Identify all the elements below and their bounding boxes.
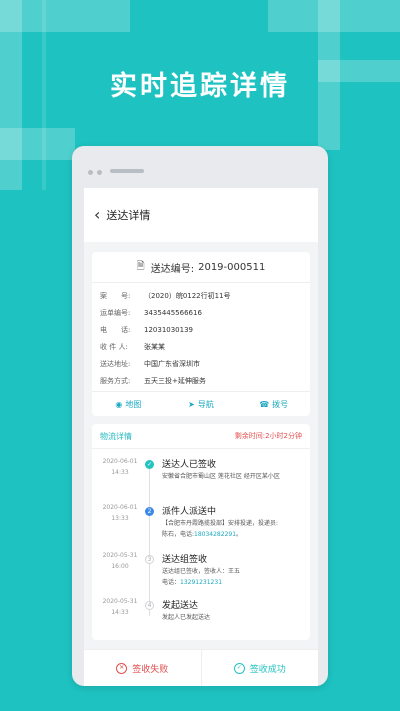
step-desc: 【合肥市丹霞路揽投部】安排投递，投递员: 陈石，电话:18034282291。 [162, 520, 279, 538]
sign-success-button[interactable]: ✓ 签收成功 [202, 650, 319, 686]
phone-notch [88, 160, 144, 179]
delivery-number: 2019-000511 [198, 261, 266, 273]
sign-fail-button[interactable]: ✕ 签收失败 [84, 650, 202, 686]
field-value: 3435445566616 [144, 308, 202, 317]
navigation-button[interactable]: ➤ 导航 [165, 392, 238, 416]
step-date: 2020-06-01 13:33 [102, 504, 138, 522]
step-date: 2020-05-31 14:33 [102, 598, 138, 616]
phone-icon: ☎ [259, 399, 270, 409]
decor-block [0, 128, 75, 160]
delivery-field-row: 电 话: 12031030139 [100, 321, 302, 338]
step-title: 派件人派送中 [162, 507, 217, 517]
check-icon: ✓ [145, 460, 154, 469]
pin-icon: ◉ [115, 399, 123, 409]
delivery-field-row: 案 号: （2020）皖0122行初11号 [100, 287, 302, 304]
back-icon[interactable]: ‹ [94, 207, 100, 223]
delivery-fields: 案 号: （2020）皖0122行初11号运单编号: 3435445566616 电 … [92, 283, 310, 391]
step-title: 送达组签收 [162, 555, 208, 565]
navigation-icon: ➤ [188, 399, 195, 409]
bottom-bar: ✕ 签收失败 ✓ 签收成功 [84, 649, 318, 686]
step-desc: 安徽省合肥市蜀山区 莲花社区 经开区某小区 [162, 473, 280, 480]
field-value: 12031030139 [144, 325, 193, 334]
check-circle-icon: ✓ [233, 662, 245, 674]
delivery-number-label: 送达编号: [150, 263, 195, 275]
remaining-time: 剩余时间:2小时2分钟 [234, 432, 302, 440]
step-desc: 送达组已签收，签收人：王五 电话：13291231231 [162, 568, 241, 586]
field-label: 收 件 人: [100, 342, 128, 351]
field-value: （2020）皖0122行初11号 [144, 291, 231, 300]
document-icon: 🗎 [136, 260, 145, 272]
delivery-card: 🗎 送达编号: 2019-000511 案 号: （2020）皖0122行初11号… [92, 252, 310, 416]
delivery-field-row: 送达地址: 中国广东省深圳市 [100, 355, 302, 372]
step-title: 发起送达 [162, 601, 199, 611]
step-node: 4 [145, 601, 154, 610]
delivery-field-row: 服务方式: 五天三投+延伸服务 [100, 372, 302, 389]
field-label: 电 话: [100, 325, 131, 334]
page-title: 送达详情 [106, 209, 151, 222]
step-node: 2 [145, 507, 154, 516]
headline: 实时追踪详情 [110, 71, 290, 102]
step-date: 2020-05-31 16:00 [102, 552, 138, 570]
field-value: 中国广东省深圳市 [144, 359, 200, 368]
logistics-card: 物流详情 剩余时间:2小时2分钟 2020-06-01 14:33 ✓ 送达人已签… [92, 424, 310, 640]
field-value: 张某某 [144, 342, 165, 351]
dial-button[interactable]: ☎ 拨号 [237, 392, 310, 416]
delivery-number-header: 🗎 送达编号: 2019-000511 [92, 252, 310, 283]
timeline-line [149, 466, 150, 616]
field-label: 案 号: [100, 291, 131, 300]
step-node: 3 [145, 555, 154, 564]
field-label: 运单编号: [100, 308, 131, 317]
nav-bar: ‹ 送达详情 [84, 188, 318, 242]
app-screen: ‹ 送达详情 🗎 送达编号: 2019-000511 案 号: （2020）皖01… [84, 188, 318, 686]
field-value: 五天三投+延伸服务 [144, 376, 206, 385]
step-title: 送达人已签收 [162, 460, 217, 470]
action-bar: ◉ 地图 ➤ 导航 ☎ 拨号 [92, 391, 310, 416]
delivery-field-row: 运单编号: 3435445566616 [100, 304, 302, 321]
receiver-phone-link[interactable]: 13291231231 [180, 579, 222, 586]
map-button[interactable]: ◉ 地图 [92, 392, 165, 416]
logistics-title: 物流详情 [100, 431, 132, 441]
step-desc: 发起人已发起送达 [162, 614, 211, 621]
field-label: 服务方式: [100, 376, 131, 385]
step-date: 2020-06-01 14:33 [102, 458, 138, 476]
courier-phone-link[interactable]: 18034282291 [194, 531, 236, 538]
phone-frame: ‹ 送达详情 🗎 送达编号: 2019-000511 案 号: （2020）皖01… [72, 146, 328, 686]
logistics-header: 物流详情 剩余时间:2小时2分钟 [92, 424, 310, 449]
close-icon: ✕ [116, 662, 128, 674]
field-label: 送达地址: [100, 359, 131, 368]
delivery-field-row: 收 件 人: 张某某 [100, 338, 302, 355]
